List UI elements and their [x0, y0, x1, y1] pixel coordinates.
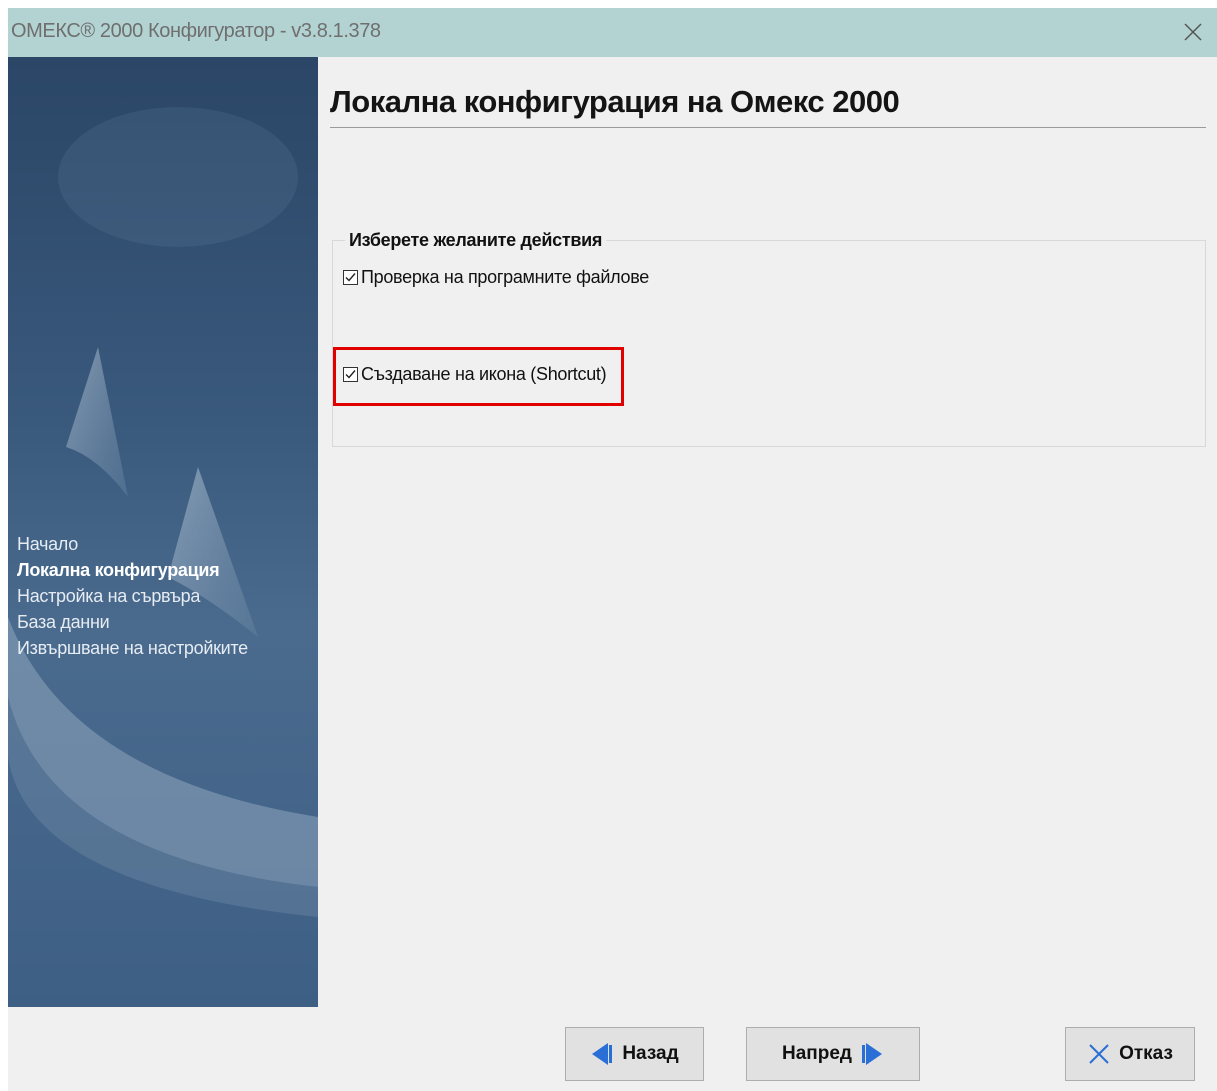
title-divider	[330, 127, 1206, 128]
check-program-files-option[interactable]: Проверка на програмните файлове	[343, 267, 649, 288]
back-label: Назад	[622, 1043, 679, 1064]
next-button[interactable]: Напред	[746, 1027, 920, 1081]
cancel-button[interactable]: Отказ	[1065, 1027, 1195, 1081]
highlight-box	[333, 347, 624, 406]
title-bar[interactable]: ОМЕКС® 2000 Конфигуратор - v3.8.1.378	[8, 8, 1217, 57]
wizard-steps: Начало Локална конфигурация Настройка на…	[17, 531, 248, 661]
check-program-files-checkbox[interactable]	[343, 270, 358, 285]
close-button[interactable]	[1169, 8, 1217, 57]
step-local-config: Локална конфигурация	[17, 560, 220, 580]
actions-group-legend: Изберете желаните действия	[345, 230, 607, 251]
arrow-right-icon	[862, 1043, 882, 1065]
check-program-files-label: Проверка на програмните файлове	[361, 267, 650, 287]
back-button[interactable]: Назад	[565, 1027, 704, 1081]
page-title: Локална конфигурация на Омекс 2000	[330, 84, 900, 119]
close-icon	[1184, 23, 1202, 41]
next-label: Напред	[782, 1043, 852, 1064]
step-start: Начало	[17, 534, 78, 554]
checkmark-icon	[345, 273, 356, 282]
window-title: ОМЕКС® 2000 Конфигуратор - v3.8.1.378	[11, 20, 381, 42]
step-apply-settings: Извършване на настройките	[17, 638, 248, 658]
configurator-window: ОМЕКС® 2000 Конфигуратор - v3.8.1.378 На…	[8, 8, 1217, 1091]
step-server-setup: Настройка на сървъра	[17, 586, 201, 606]
cancel-label: Отказ	[1119, 1043, 1173, 1064]
cancel-x-icon	[1089, 1044, 1109, 1064]
step-database: База данни	[17, 612, 110, 632]
arrow-left-icon	[592, 1043, 613, 1065]
sidebar-banner: Начало Локална конфигурация Настройка на…	[8, 57, 318, 1007]
